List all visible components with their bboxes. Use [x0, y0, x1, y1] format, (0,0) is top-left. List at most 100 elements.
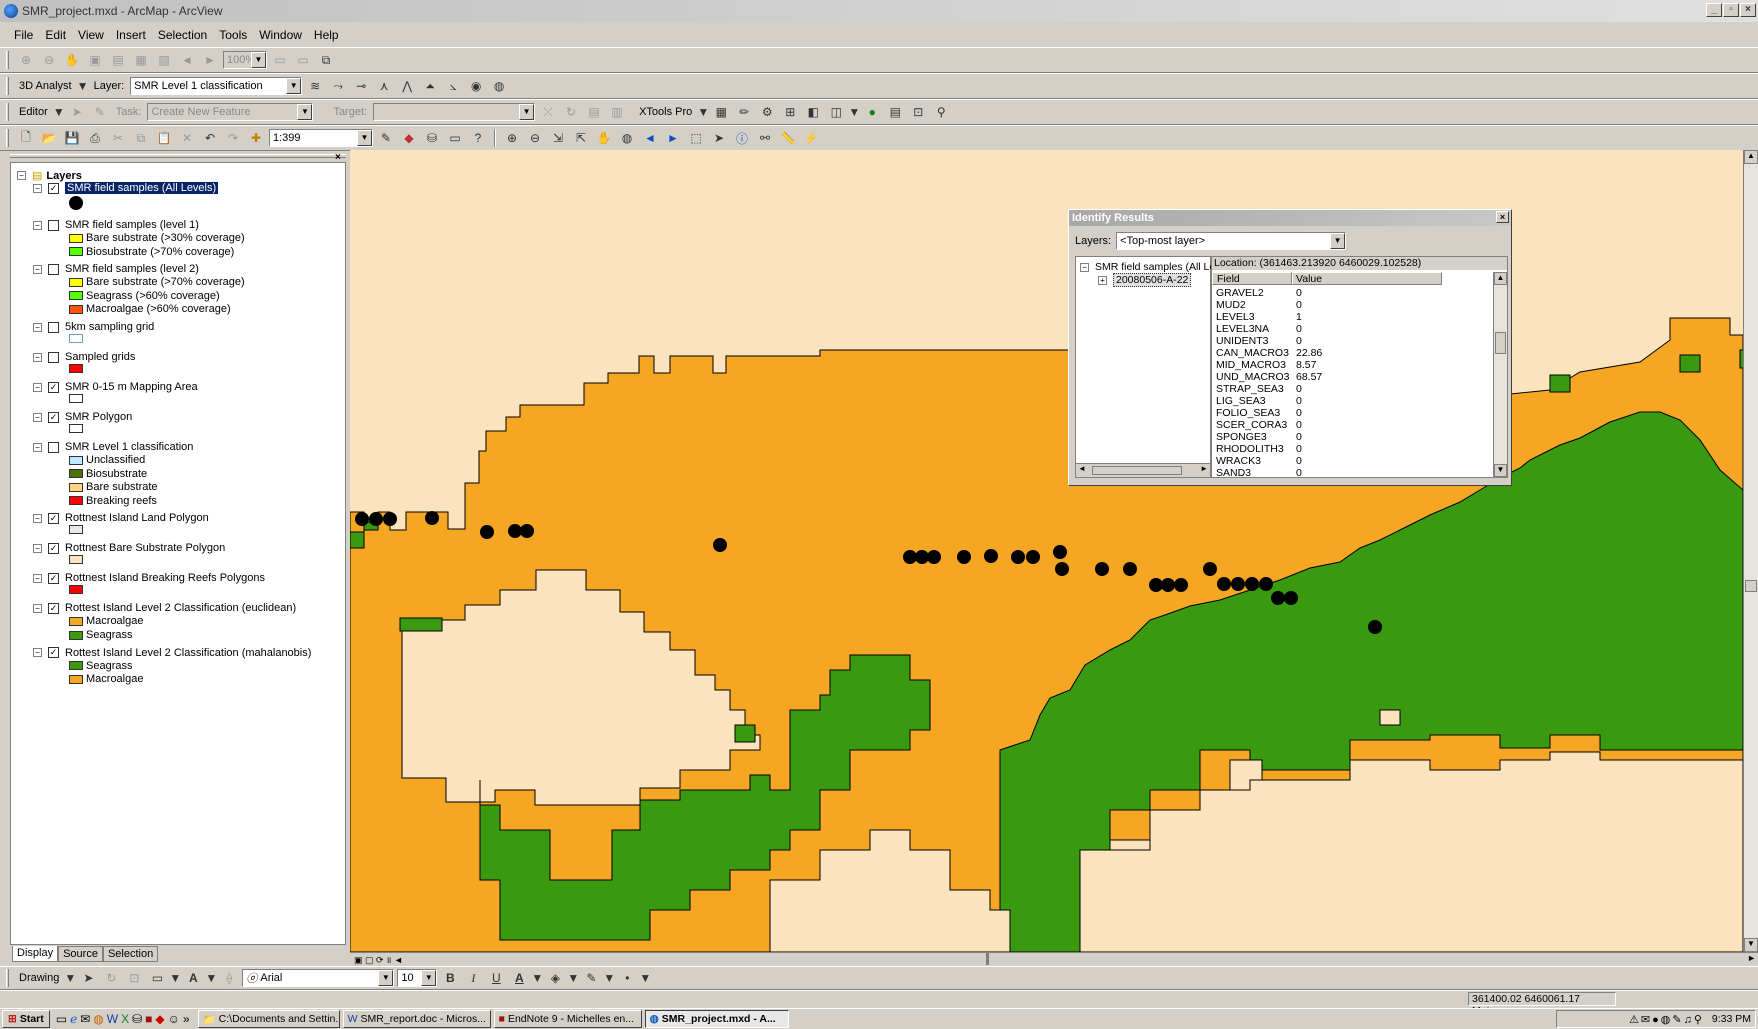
firefox-icon[interactable]: ◍ [93, 1012, 103, 1026]
task-word[interactable]: W SMR_report.doc - Micros... [342, 1010, 491, 1028]
scroll-up-icon[interactable]: ▲ [1494, 272, 1507, 285]
collapse-icon[interactable]: − [33, 183, 42, 193]
fixed-zoom-in-icon[interactable]: ▦ [131, 50, 151, 70]
toc-layer-row[interactable]: − ✓ Rottest Island Level 2 Classification … [33, 647, 311, 659]
chevron-down-icon[interactable]: ▼ [531, 968, 543, 988]
chevron-down-icon[interactable]: ▼ [639, 968, 651, 988]
outlook-icon[interactable]: ✉ [80, 1012, 90, 1026]
identify-title-bar[interactable]: Identify Results × [1069, 210, 1511, 226]
contour-icon[interactable]: ≋ [305, 76, 325, 96]
layer-visibility-checkbox[interactable]: ✓ [48, 647, 59, 659]
steepest-path-icon[interactable]: ⤳ [328, 76, 348, 96]
pencil-tool-icon[interactable]: ✏ [734, 102, 754, 122]
sample-point[interactable] [383, 512, 397, 526]
attribute-row[interactable]: SCER_CORA3 0 [1216, 419, 1302, 431]
layer-visibility-checkbox[interactable]: ✓ [48, 411, 59, 423]
attribute-row[interactable]: SPONGE3 0 [1216, 431, 1302, 443]
attribute-row[interactable]: LIG_SEA3 0 [1216, 395, 1302, 407]
scroll-thumb[interactable] [1745, 580, 1757, 592]
chevron-down-icon[interactable]: ▼ [77, 76, 89, 96]
toc-layer-row[interactable]: − ✓ Rottnest Island Breaking Reefs Polygon… [33, 572, 265, 584]
layer-visibility-checkbox[interactable]: ✓ [48, 572, 59, 584]
layer-visibility-checkbox[interactable]: ✓ [48, 602, 59, 614]
bold-icon[interactable]: B [440, 968, 460, 988]
select-features-icon[interactable]: ⬚ [686, 128, 706, 148]
sample-point[interactable] [480, 525, 494, 539]
attribute-row[interactable]: MUD2 0 [1216, 299, 1302, 311]
layer-tool-icon[interactable]: ◫ [826, 102, 846, 122]
change-layout-icon[interactable]: ⧉ [316, 50, 336, 70]
whats-this-help-icon[interactable]: ? [468, 128, 488, 148]
word-icon[interactable]: W [107, 1012, 118, 1026]
profile-graph-icon[interactable]: ⦣ [443, 76, 463, 96]
collapse-icon[interactable]: − [17, 171, 26, 180]
layer-name[interactable]: SMR field samples (level 1) [65, 219, 199, 231]
editor-menu[interactable]: Editor [16, 106, 51, 118]
sample-point[interactable] [713, 538, 727, 552]
xtools-pro-menu[interactable]: XTools Pro [636, 106, 695, 118]
zoom-out-page-icon[interactable]: ⊖ [39, 50, 59, 70]
layer-name[interactable]: Sampled grids [65, 351, 135, 363]
task-explorer[interactable]: 📁 C:\Documents and Settin... [197, 1010, 340, 1028]
menu-edit[interactable]: Edit [45, 28, 66, 42]
layer-visibility-checkbox[interactable]: ✓ [48, 542, 59, 554]
sample-point[interactable] [425, 511, 439, 525]
sample-point[interactable] [1217, 577, 1231, 591]
toc-layer-row[interactable]: − ✓ Rottnest Bare Substrate Polygon [33, 542, 225, 554]
attribute-row[interactable]: SAND3 0 [1216, 467, 1302, 479]
marker-color-icon[interactable]: • [617, 968, 637, 988]
editor-toolbar-icon[interactable]: ✎ [376, 128, 396, 148]
scroll-down-icon[interactable]: ▼ [1744, 938, 1758, 952]
fill-color-icon[interactable]: ◈ [545, 968, 565, 988]
sample-point[interactable] [984, 549, 998, 563]
collapse-icon[interactable]: − [1080, 262, 1089, 272]
text-tool-icon[interactable]: A [183, 968, 203, 988]
internet-explorer-icon[interactable]: ℯ [70, 1012, 77, 1026]
hyperlink-icon[interactable]: ⚡ [801, 128, 821, 148]
report-icon[interactable]: ▤ [885, 102, 905, 122]
arctoolbox-icon[interactable]: ◆ [399, 128, 419, 148]
fixed-zoom-out-icon[interactable]: ▧ [154, 50, 174, 70]
collapse-icon[interactable]: − [33, 442, 42, 452]
close-icon[interactable]: × [1496, 211, 1509, 223]
find-binoculars-icon[interactable]: ⚯ [755, 128, 775, 148]
scroll-thumb[interactable] [986, 953, 989, 965]
collapse-icon[interactable]: − [33, 352, 42, 362]
acrobat-icon[interactable]: ◆ [155, 1012, 164, 1026]
collapse-icon[interactable]: − [33, 412, 42, 422]
scroll-right-icon[interactable]: ► [1747, 953, 1756, 963]
rotate-icon[interactable]: ↻ [101, 968, 121, 988]
show-desktop-icon[interactable]: ▭ [56, 1012, 67, 1026]
toc-layer-row[interactable]: − ✓ Rottnest Island Land Polygon [33, 512, 209, 524]
sample-point[interactable] [369, 512, 383, 526]
identify-layers-select[interactable]: <Top-most layer> ▼ [1116, 232, 1347, 250]
zoom-in-page-icon[interactable]: ⊕ [16, 50, 36, 70]
chevron-down-icon[interactable]: ▼ [169, 968, 181, 988]
sample-point[interactable] [1203, 562, 1217, 576]
layer-name[interactable]: SMR Polygon [65, 411, 132, 423]
sketch-tool-icon[interactable]: ✎ [90, 102, 110, 122]
layer-visibility-checkbox[interactable]: ✓ [48, 381, 59, 393]
layout-zoom-combo[interactable]: 100% ▼ [223, 51, 267, 69]
layer-visibility-checkbox[interactable]: ✓ [48, 512, 59, 524]
layer-name[interactable]: 5km sampling grid [65, 321, 154, 333]
chevron-down-icon[interactable]: ▼ [205, 968, 217, 988]
layer-name[interactable]: SMR Level 1 classification [65, 441, 193, 453]
layer-visibility-checkbox[interactable] [48, 321, 59, 333]
chevron-down-icon[interactable]: ▼ [603, 968, 615, 988]
menu-view[interactable]: View [78, 28, 104, 42]
sample-point[interactable] [1174, 578, 1188, 592]
chevron-down-icon[interactable]: ▼ [697, 102, 709, 122]
save-icon[interactable]: 💾 [62, 128, 82, 148]
sample-point[interactable] [1026, 550, 1040, 564]
zoom-whole-page-icon[interactable]: ▣ [85, 50, 105, 70]
task-select[interactable]: Create New Feature ▼ [147, 103, 314, 121]
interpolate-line-icon[interactable]: ⋀ [397, 76, 417, 96]
sample-point[interactable] [957, 550, 971, 564]
toc-layer-row[interactable]: − SMR field samples (level 1) [33, 219, 199, 231]
chevron-down-icon[interactable]: ▼ [64, 968, 76, 988]
redo-icon[interactable]: ↷ [223, 128, 243, 148]
layer-name[interactable]: Rottest Island Level 2 Classification (m… [65, 647, 311, 659]
arccatalog-icon[interactable]: ⛁ [422, 128, 442, 148]
chevron-down-icon[interactable]: ▼ [567, 968, 579, 988]
